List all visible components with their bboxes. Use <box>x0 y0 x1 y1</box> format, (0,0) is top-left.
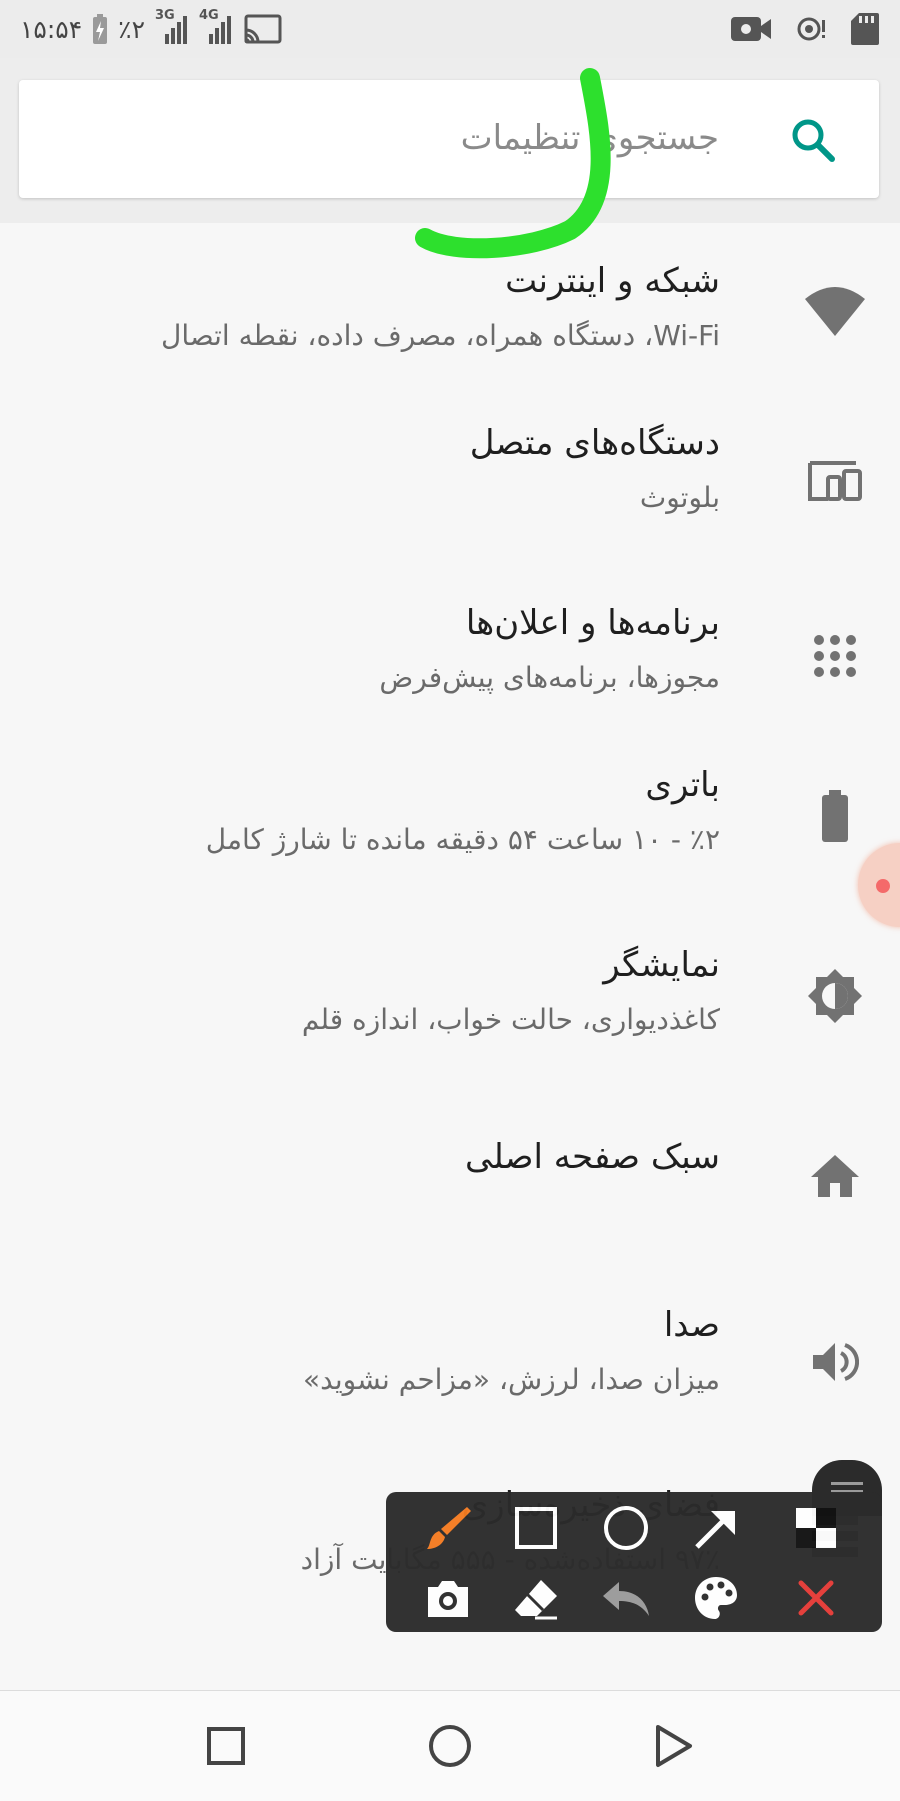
status-right <box>730 0 880 58</box>
battery-icon <box>804 785 866 847</box>
settings-item-title: برنامه‌ها و اعلان‌ها <box>465 603 720 643</box>
settings-item-home-style[interactable]: سبک صفحه اصلی <box>0 1125 900 1295</box>
rectangle-icon[interactable] <box>506 1498 566 1558</box>
settings-item-subtitle: بلوتوث <box>639 481 720 514</box>
eraser-icon[interactable] <box>506 1568 566 1628</box>
home-circle-icon <box>429 1725 471 1767</box>
signal-4g-icon: 4G <box>199 8 233 46</box>
settings-item-network[interactable]: شبکه و اینترنت Wi-Fi، دستگاه همراه، مصرف… <box>0 225 900 395</box>
pattern-icon[interactable] <box>786 1498 846 1558</box>
draw-toolbar <box>386 1492 882 1632</box>
charging-battery-icon <box>92 13 108 45</box>
settings-item-battery[interactable]: باتری ٪۲ - ۱۰ ساعت ۵۴ دقیقه مانده تا شار… <box>0 765 900 935</box>
recents-button[interactable] <box>199 1719 253 1773</box>
status-battery-percent: ٪۲ <box>118 14 145 44</box>
circle-icon[interactable] <box>596 1498 656 1558</box>
home-icon <box>804 1145 866 1207</box>
settings-item-title: نمایشگر <box>603 945 720 985</box>
settings-item-title: دستگاه‌های متصل <box>469 423 720 463</box>
record-dot-icon <box>876 879 890 893</box>
hotspot-icon <box>794 12 828 46</box>
settings-item-title: صدا <box>663 1305 720 1345</box>
wifi-icon <box>804 280 866 342</box>
status-time: ۱۵:۵۴ <box>20 14 83 44</box>
settings-item-subtitle: ٪۲ - ۱۰ ساعت ۵۴ دقیقه مانده تا شارژ کامل <box>205 823 720 856</box>
connected-devices-icon <box>804 450 866 512</box>
search-input[interactable]: جستجوی تنظیمات <box>19 80 879 198</box>
arrow-icon[interactable] <box>686 1498 746 1558</box>
signal-3g-icon: 3G <box>155 8 189 46</box>
back-button[interactable] <box>647 1719 701 1773</box>
settings-item-subtitle: کاغذدیواری، حالت خواب، اندازه قلم <box>301 1003 720 1036</box>
navigation-bar <box>0 1690 900 1801</box>
settings-item-title: باتری <box>645 765 720 805</box>
close-icon[interactable] <box>786 1568 846 1628</box>
search-icon[interactable] <box>789 116 837 168</box>
camera-icon[interactable] <box>418 1568 478 1628</box>
brush-icon[interactable] <box>418 1498 478 1558</box>
apps-grid-icon <box>804 625 866 687</box>
video-record-icon <box>730 14 772 44</box>
search-placeholder: جستجوی تنظیمات <box>460 118 719 158</box>
settings-item-display[interactable]: نمایشگر کاغذدیواری، حالت خواب، اندازه قل… <box>0 945 900 1115</box>
volume-icon <box>804 1331 866 1393</box>
sd-card-icon <box>850 12 880 46</box>
status-left: ۱۵:۵۴ ٪۲ 3G 4G <box>20 0 283 58</box>
recents-icon <box>207 1727 245 1765</box>
palette-icon[interactable] <box>686 1568 746 1628</box>
network-label-4g: 4G <box>199 8 219 23</box>
home-button[interactable] <box>423 1719 477 1773</box>
undo-icon[interactable] <box>596 1568 656 1628</box>
settings-item-sound[interactable]: صدا میزان صدا، لرزش، «مزاحم نشوید» <box>0 1305 900 1475</box>
settings-item-subtitle: Wi-Fi، دستگاه همراه، مصرف داده، نقطه اتص… <box>160 319 720 352</box>
settings-item-apps[interactable]: برنامه‌ها و اعلان‌ها مجوزها، برنامه‌های … <box>0 585 900 755</box>
settings-item-connected-devices[interactable]: دستگاه‌های متصل بلوتوث <box>0 405 900 575</box>
search-area: جستجوی تنظیمات <box>0 58 900 223</box>
cast-icon <box>243 13 283 45</box>
settings-item-subtitle: مجوزها، برنامه‌های پیش‌فرض <box>379 661 720 694</box>
settings-item-subtitle: میزان صدا، لرزش، «مزاحم نشوید» <box>302 1363 720 1396</box>
settings-item-title: شبکه و اینترنت <box>505 261 720 301</box>
status-bar: ۱۵:۵۴ ٪۲ 3G 4G <box>0 0 900 58</box>
back-triangle-icon <box>656 1725 692 1767</box>
brightness-icon <box>804 965 866 1027</box>
network-label-3g: 3G <box>155 8 175 23</box>
settings-item-title: سبک صفحه اصلی <box>465 1137 720 1177</box>
